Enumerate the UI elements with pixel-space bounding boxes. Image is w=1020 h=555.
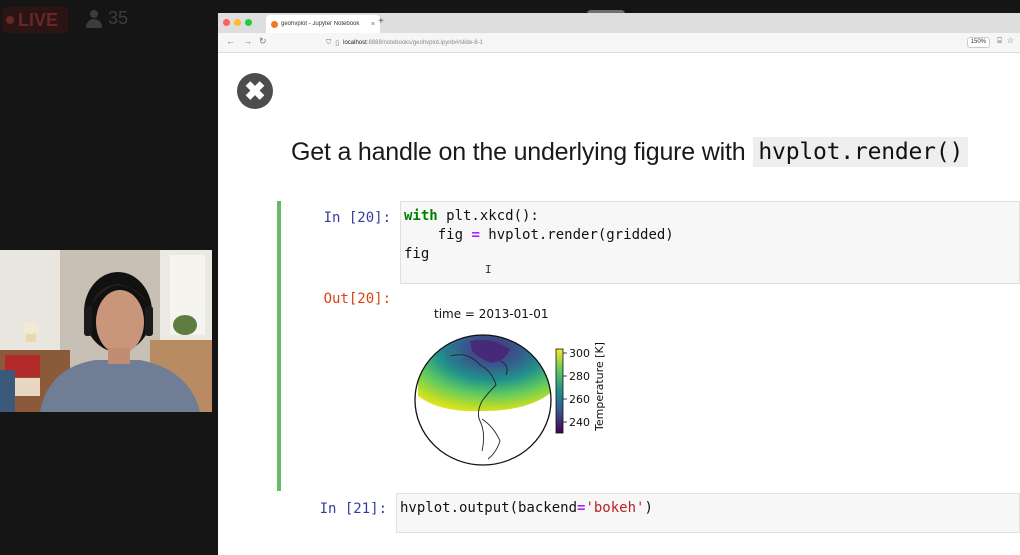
colorbar-tick-240: 240 bbox=[569, 416, 590, 429]
url-text[interactable]: localhost:8888/notebooks/geohvplot.ipynb… bbox=[343, 40, 483, 46]
tab-geohvplot[interactable]: geohvplot - Jupyter Notebook × bbox=[266, 15, 380, 33]
viewer-count: 35 bbox=[86, 8, 128, 29]
address-bar[interactable]: ⛉ ▯ localhost:8888/notebooks/geohvplot.i… bbox=[326, 36, 856, 50]
translate-icon[interactable]: ⌸ bbox=[997, 36, 1002, 46]
notebook-slide: ✖ Get a handle on the underlying figure … bbox=[218, 53, 1020, 555]
output-figure: time = 2013-01-01 300 280 260 240 Temper… bbox=[410, 301, 620, 471]
heading-code: hvplot.render() bbox=[753, 137, 969, 167]
colorbar-tick-280: 280 bbox=[569, 370, 590, 383]
browser-window: geohvplot - Jupyter Notebook × + ← → ↻ ⛉… bbox=[218, 13, 1020, 555]
close-window-icon[interactable] bbox=[223, 19, 230, 26]
code-cell-20[interactable]: In [20]: with plt.xkcd(): fig = hvplot.r… bbox=[277, 201, 1020, 491]
code-cell-21[interactable]: In [21]: hvplot.output(backend='bokeh') bbox=[277, 493, 1020, 553]
bookmark-star-icon[interactable]: ☆ bbox=[1007, 36, 1014, 45]
heading-text: Get a handle on the underlying figure wi… bbox=[291, 137, 746, 166]
tab-close-icon[interactable]: × bbox=[371, 21, 375, 28]
reload-icon[interactable]: ↻ bbox=[259, 36, 267, 47]
nav-bar: ← → ↻ ⛉ ▯ localhost:8888/notebooks/geohv… bbox=[218, 33, 1020, 53]
tab-title: geohvplot - Jupyter Notebook bbox=[281, 21, 360, 27]
colorbar-ticks bbox=[563, 352, 567, 423]
tab-bar: geohvplot - Jupyter Notebook × + bbox=[218, 13, 1020, 33]
page-icon: ▯ bbox=[335, 40, 340, 47]
screen: LIVE 35 geohvplot - Jupyter Notebook × +… bbox=[0, 0, 1020, 555]
close-x-icon: ✖ bbox=[244, 76, 266, 106]
viewer-count-value: 35 bbox=[108, 8, 129, 28]
close-slideshow-button[interactable]: ✖ bbox=[237, 73, 273, 109]
minimize-window-icon[interactable] bbox=[234, 19, 241, 26]
zoom-level-badge[interactable]: 150% bbox=[966, 37, 990, 48]
maximize-window-icon[interactable] bbox=[245, 19, 252, 26]
input-prompt: In [20]: bbox=[323, 210, 391, 226]
webcam-feed bbox=[0, 250, 212, 412]
colorbar-tick-300: 300 bbox=[569, 347, 590, 360]
live-badge: LIVE bbox=[2, 7, 68, 33]
input-prompt-21: In [21]: bbox=[319, 501, 387, 517]
slide-heading: Get a handle on the underlying figure wi… bbox=[291, 137, 969, 167]
colorbar-tick-260: 260 bbox=[569, 393, 590, 406]
colorbar bbox=[555, 348, 564, 434]
colorbar-label: Temperature [K] bbox=[593, 342, 606, 432]
live-dot-icon bbox=[6, 16, 14, 24]
window-controls bbox=[223, 19, 252, 26]
figure-plot: 300 280 260 240 Temperature [K] bbox=[414, 334, 606, 466]
shield-icon: ⛉ bbox=[326, 39, 332, 46]
live-label: LIVE bbox=[18, 9, 59, 30]
code-editor-21[interactable]: hvplot.output(backend='bokeh') bbox=[396, 493, 1020, 533]
viewers-icon bbox=[86, 9, 102, 28]
back-icon[interactable]: ← bbox=[226, 36, 235, 46]
forward-icon[interactable]: → bbox=[243, 36, 252, 46]
new-tab-button[interactable]: + bbox=[378, 16, 384, 27]
text-cursor-icon: I bbox=[485, 263, 492, 276]
jupyter-icon bbox=[271, 20, 278, 28]
output-prompt: Out[20]: bbox=[323, 291, 391, 307]
code-editor[interactable]: with plt.xkcd(): fig = hvplot.render(gri… bbox=[400, 201, 1020, 284]
